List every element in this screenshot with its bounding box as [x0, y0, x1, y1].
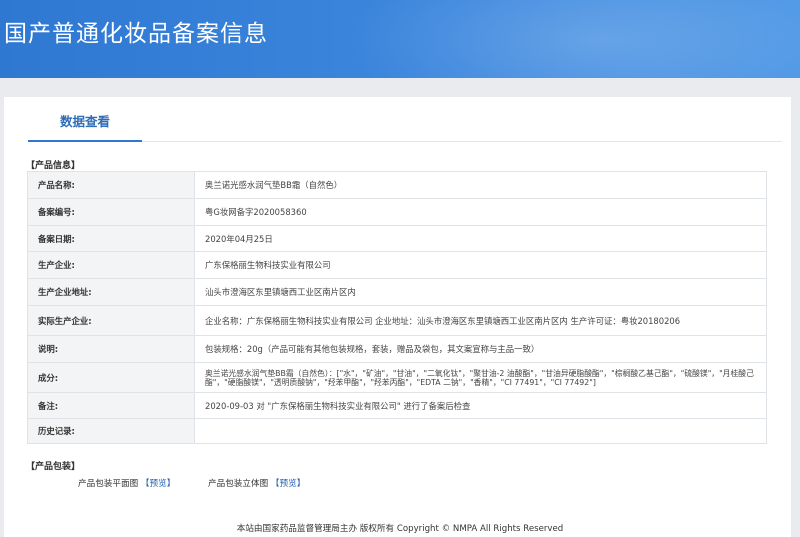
table-row: 备注: 2020-09-03 对 "广东保格丽生物科技实业有限公司" 进行了备案… [27, 392, 767, 419]
row-value: 奥兰诺光感水润气垫BB霜（自然色） [194, 171, 767, 199]
row-value: 汕头市澄海区东里镇塘西工业区南片区内 [194, 278, 767, 306]
product-info-table: 产品名称: 奥兰诺光感水润气垫BB霜（自然色） 备案编号: 粤G妆网备字2020… [27, 171, 767, 444]
row-label: 生产企业地址: [27, 278, 195, 306]
row-value: 广东保格丽生物科技实业有限公司 [194, 251, 767, 279]
row-label: 产品名称: [27, 171, 195, 199]
row-value [194, 418, 767, 444]
page-title: 国产普通化妆品备案信息 [4, 21, 268, 47]
table-row: 生产企业: 广东保格丽生物科技实业有限公司 [27, 251, 767, 279]
footer-copyright: 本站由国家药品监督管理局主办 版权所有 Copyright © NMPA All… [236, 524, 564, 534]
packaging-item-3d: 产品包装立体图 【预览】 [208, 477, 305, 489]
row-label: 备注: [27, 392, 195, 419]
row-label: 备案编号: [27, 198, 195, 226]
row-label: 说明: [27, 335, 195, 363]
row-label: 生产企业: [27, 251, 195, 279]
packaging-item-label: 产品包装立体图 [208, 479, 269, 489]
product-info-heading: 【产品信息】 [26, 161, 81, 171]
row-label: 实际生产企业: [27, 305, 195, 336]
row-label: 备案日期: [27, 225, 195, 252]
row-value: 包装规格：20g（产品可能有其他包装规格，套装，赠品及袋包，其文案宣称与主品一致… [194, 335, 767, 363]
table-row: 说明: 包装规格：20g（产品可能有其他包装规格，套装，赠品及袋包，其文案宣称与… [27, 335, 767, 363]
main-panel: 数据查看 【产品信息】 产品名称: 奥兰诺光感水润气垫BB霜（自然色） 备案编号… [4, 97, 791, 537]
packaging-item-label: 产品包装平面图 [78, 479, 139, 489]
table-row: 成分: 奥兰诺光感水润气垫BB霜（自然色）：["水"，"矿油"，"甘油"，"二氧… [27, 362, 767, 393]
row-value: 奥兰诺光感水润气垫BB霜（自然色）：["水"，"矿油"，"甘油"，"二氧化钛"，… [194, 362, 767, 393]
tab-divider [142, 141, 782, 142]
row-value: 2020-09-03 对 "广东保格丽生物科技实业有限公司" 进行了备案后检查 [194, 392, 767, 419]
header-banner: 国产普通化妆品备案信息 [0, 0, 800, 78]
table-row: 产品名称: 奥兰诺光感水润气垫BB霜（自然色） [27, 171, 767, 199]
table-row: 生产企业地址: 汕头市澄海区东里镇塘西工业区南片区内 [27, 278, 767, 306]
table-row: 备案日期: 2020年04月25日 [27, 225, 767, 252]
row-value: 企业名称：广东保格丽生物科技实业有限公司 企业地址：汕头市澄海区东里镇塘西工业区… [194, 305, 767, 336]
packaging-heading: 【产品包装】 [26, 462, 81, 472]
table-row: 历史记录: [27, 418, 767, 444]
row-label: 成分: [27, 362, 195, 393]
preview-link[interactable]: 【预览】 [141, 479, 175, 489]
preview-link[interactable]: 【预览】 [271, 479, 305, 489]
row-value: 2020年04月25日 [194, 225, 767, 252]
tab-data-view[interactable]: 数据查看 [28, 107, 142, 142]
row-label: 历史记录: [27, 418, 195, 444]
packaging-item-flat: 产品包装平面图 【预览】 [78, 477, 175, 489]
row-value: 粤G妆网备字2020058360 [194, 198, 767, 226]
table-row: 实际生产企业: 企业名称：广东保格丽生物科技实业有限公司 企业地址：汕头市澄海区… [27, 305, 767, 336]
table-row: 备案编号: 粤G妆网备字2020058360 [27, 198, 767, 226]
